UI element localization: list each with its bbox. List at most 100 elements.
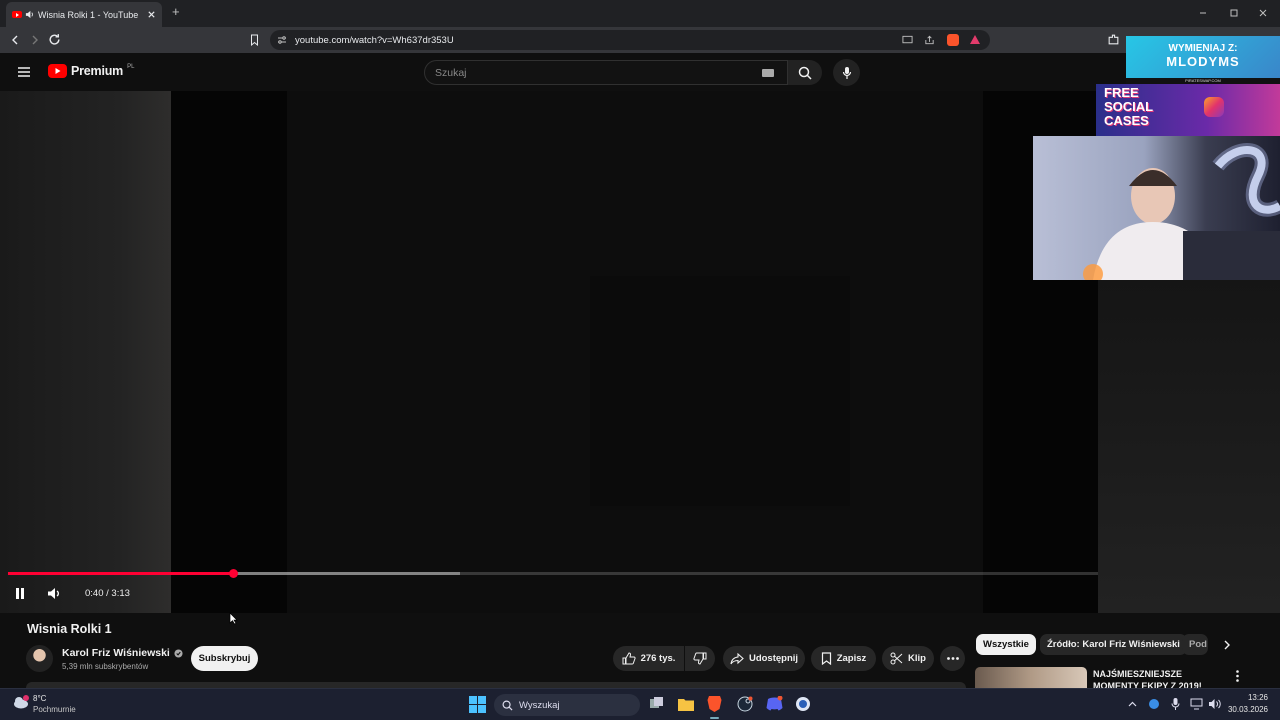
tray-display-icon[interactable] [1190,698,1203,710]
chip-source[interactable]: Źródło: Karol Friz Wiśniewski [1040,634,1187,655]
bookmark-icon[interactable] [249,34,260,46]
pause-icon[interactable] [14,587,26,600]
ad-social: SOCIAL [1104,99,1154,114]
microphone-icon [842,66,851,79]
voice-search-button[interactable] [833,59,860,86]
logo-text: Premium [71,64,124,78]
keyboard-icon[interactable] [762,69,774,77]
recommendation-title[interactable]: NAJŚMIESZNIEJSZE MOMENTY EKIPY Z 2019! [1093,668,1223,688]
new-tab-button[interactable]: + [172,4,180,19]
instagram-icon [1204,97,1224,117]
channel-name[interactable]: Karol Friz Wiśniewski [62,647,170,659]
more-horizontal-icon [946,657,959,660]
tray-mic-icon[interactable] [1171,698,1180,710]
speaker-icon[interactable] [25,10,34,19]
tab-title: Wisnia Rolki 1 - YouTube [38,9,139,20]
weather-temp: 8°C [33,694,47,703]
thumbs-up-icon [622,652,636,665]
mouse-cursor-icon [229,612,238,625]
steam-icon[interactable] [737,696,753,712]
like-button[interactable]: 276 tys. [613,646,684,671]
video-frame-shadow [590,276,850,506]
time-display: 0:40 / 3:13 [85,588,130,599]
clock-date[interactable]: 30.03.2026 [1220,705,1268,714]
channel-name-row[interactable]: Karol Friz Wiśniewski [62,647,183,659]
clip-button[interactable]: Klip [882,646,934,671]
subscribe-button[interactable]: Subskrybuj [191,646,258,671]
scissors-icon [890,652,903,665]
save-bookmark-icon [821,652,831,665]
youtube-logo[interactable]: Premium PL [48,64,134,78]
forward-icon[interactable] [29,34,41,46]
search-placeholder: Szukaj [435,66,467,79]
tray-network-app-icon[interactable] [1148,698,1160,710]
window-close-icon[interactable] [1258,8,1268,18]
clip-label: Klip [908,653,926,664]
search-button[interactable] [788,60,822,85]
ad-line1: WYMIENIAJ Z: [1168,43,1238,54]
video-frame-left-wall [0,91,171,613]
taskbar-search-icon [502,700,513,711]
more-actions-button[interactable] [940,646,965,671]
ad-cases: CASES [1104,113,1149,128]
thumbs-down-icon [693,652,707,665]
ad-line2: MLODYMS [1166,54,1240,69]
search-icon [798,66,812,80]
task-view-icon[interactable] [649,697,664,711]
maximize-icon[interactable] [1229,8,1239,18]
active-app-indicator [710,717,719,719]
ad-free: FREE [1104,85,1139,100]
browser-tab-bar: Wisnia Rolki 1 - YouTube + [0,0,1280,27]
hamburger-menu-icon[interactable] [17,66,31,78]
ad-bottom: FREE SOCIAL CASES [1096,84,1280,136]
url-text: youtube.com/watch?v=Wh637dr353U [295,34,454,46]
weather-text: Pochmurnie [33,705,76,714]
youtube-play-icon [48,64,67,78]
site-info-icon[interactable] [277,35,287,45]
file-explorer-icon[interactable] [678,697,694,711]
save-label: Zapisz [836,653,867,664]
brave-browser-icon[interactable] [707,695,722,712]
like-count: 276 tys. [640,653,676,664]
cast-icon[interactable] [902,35,913,45]
brave-rewards-icon[interactable] [969,34,981,46]
share-page-icon[interactable] [924,35,935,45]
logo-region: PL [127,63,135,70]
video-frame-right [1098,280,1280,613]
share-label: Udostępnij [748,653,799,664]
save-button[interactable]: Zapisz [811,646,876,671]
windows-start-icon[interactable] [469,696,486,713]
brave-shields-icon[interactable] [947,34,959,46]
close-tab-icon[interactable] [147,10,156,19]
volume-icon[interactable] [47,587,62,600]
tray-expand-icon[interactable] [1128,701,1137,707]
subscriber-count: 5,39 mln subskrybentów [62,662,149,671]
discord-icon[interactable] [766,696,783,712]
recommendation-thumbnail[interactable] [975,667,1087,688]
minimize-icon[interactable] [1198,8,1208,18]
address-bar[interactable]: youtube.com/watch?v=Wh637dr353U [270,30,990,50]
share-button[interactable]: Udostępnij [723,646,805,671]
back-icon[interactable] [9,34,21,46]
dislike-button[interactable] [685,646,715,671]
channel-avatar[interactable] [26,645,53,672]
more-vertical-icon[interactable] [1236,670,1239,682]
video-player[interactable]: 0:40 / 3:13 [0,91,1098,613]
chevron-right-icon[interactable] [1222,639,1232,651]
chip-all[interactable]: Wszystkie [976,634,1036,655]
weather-cloud-icon[interactable] [12,694,30,710]
clock-time[interactable]: 13:26 [1232,693,1268,702]
verified-badge-icon [174,648,183,658]
reload-icon[interactable] [48,33,61,46]
search-input[interactable]: Szukaj [424,60,788,85]
share-arrow-icon [730,652,744,664]
app-icon[interactable] [795,696,811,712]
windows-taskbar: 8°C Pochmurnie Wyszukaj 13:26 30.03.2026 [0,688,1280,720]
taskbar-search[interactable]: Wyszukaj [494,694,640,716]
recommendation-line2: MOMENTY EKIPY Z 2019! [1093,681,1202,688]
played-bar [8,572,234,575]
chip-partial[interactable]: Pod [1182,634,1208,655]
webcam-overlay [1033,136,1280,280]
youtube-masthead: Premium PL Szukaj [0,53,1280,91]
browser-tab[interactable]: Wisnia Rolki 1 - YouTube [6,2,162,27]
